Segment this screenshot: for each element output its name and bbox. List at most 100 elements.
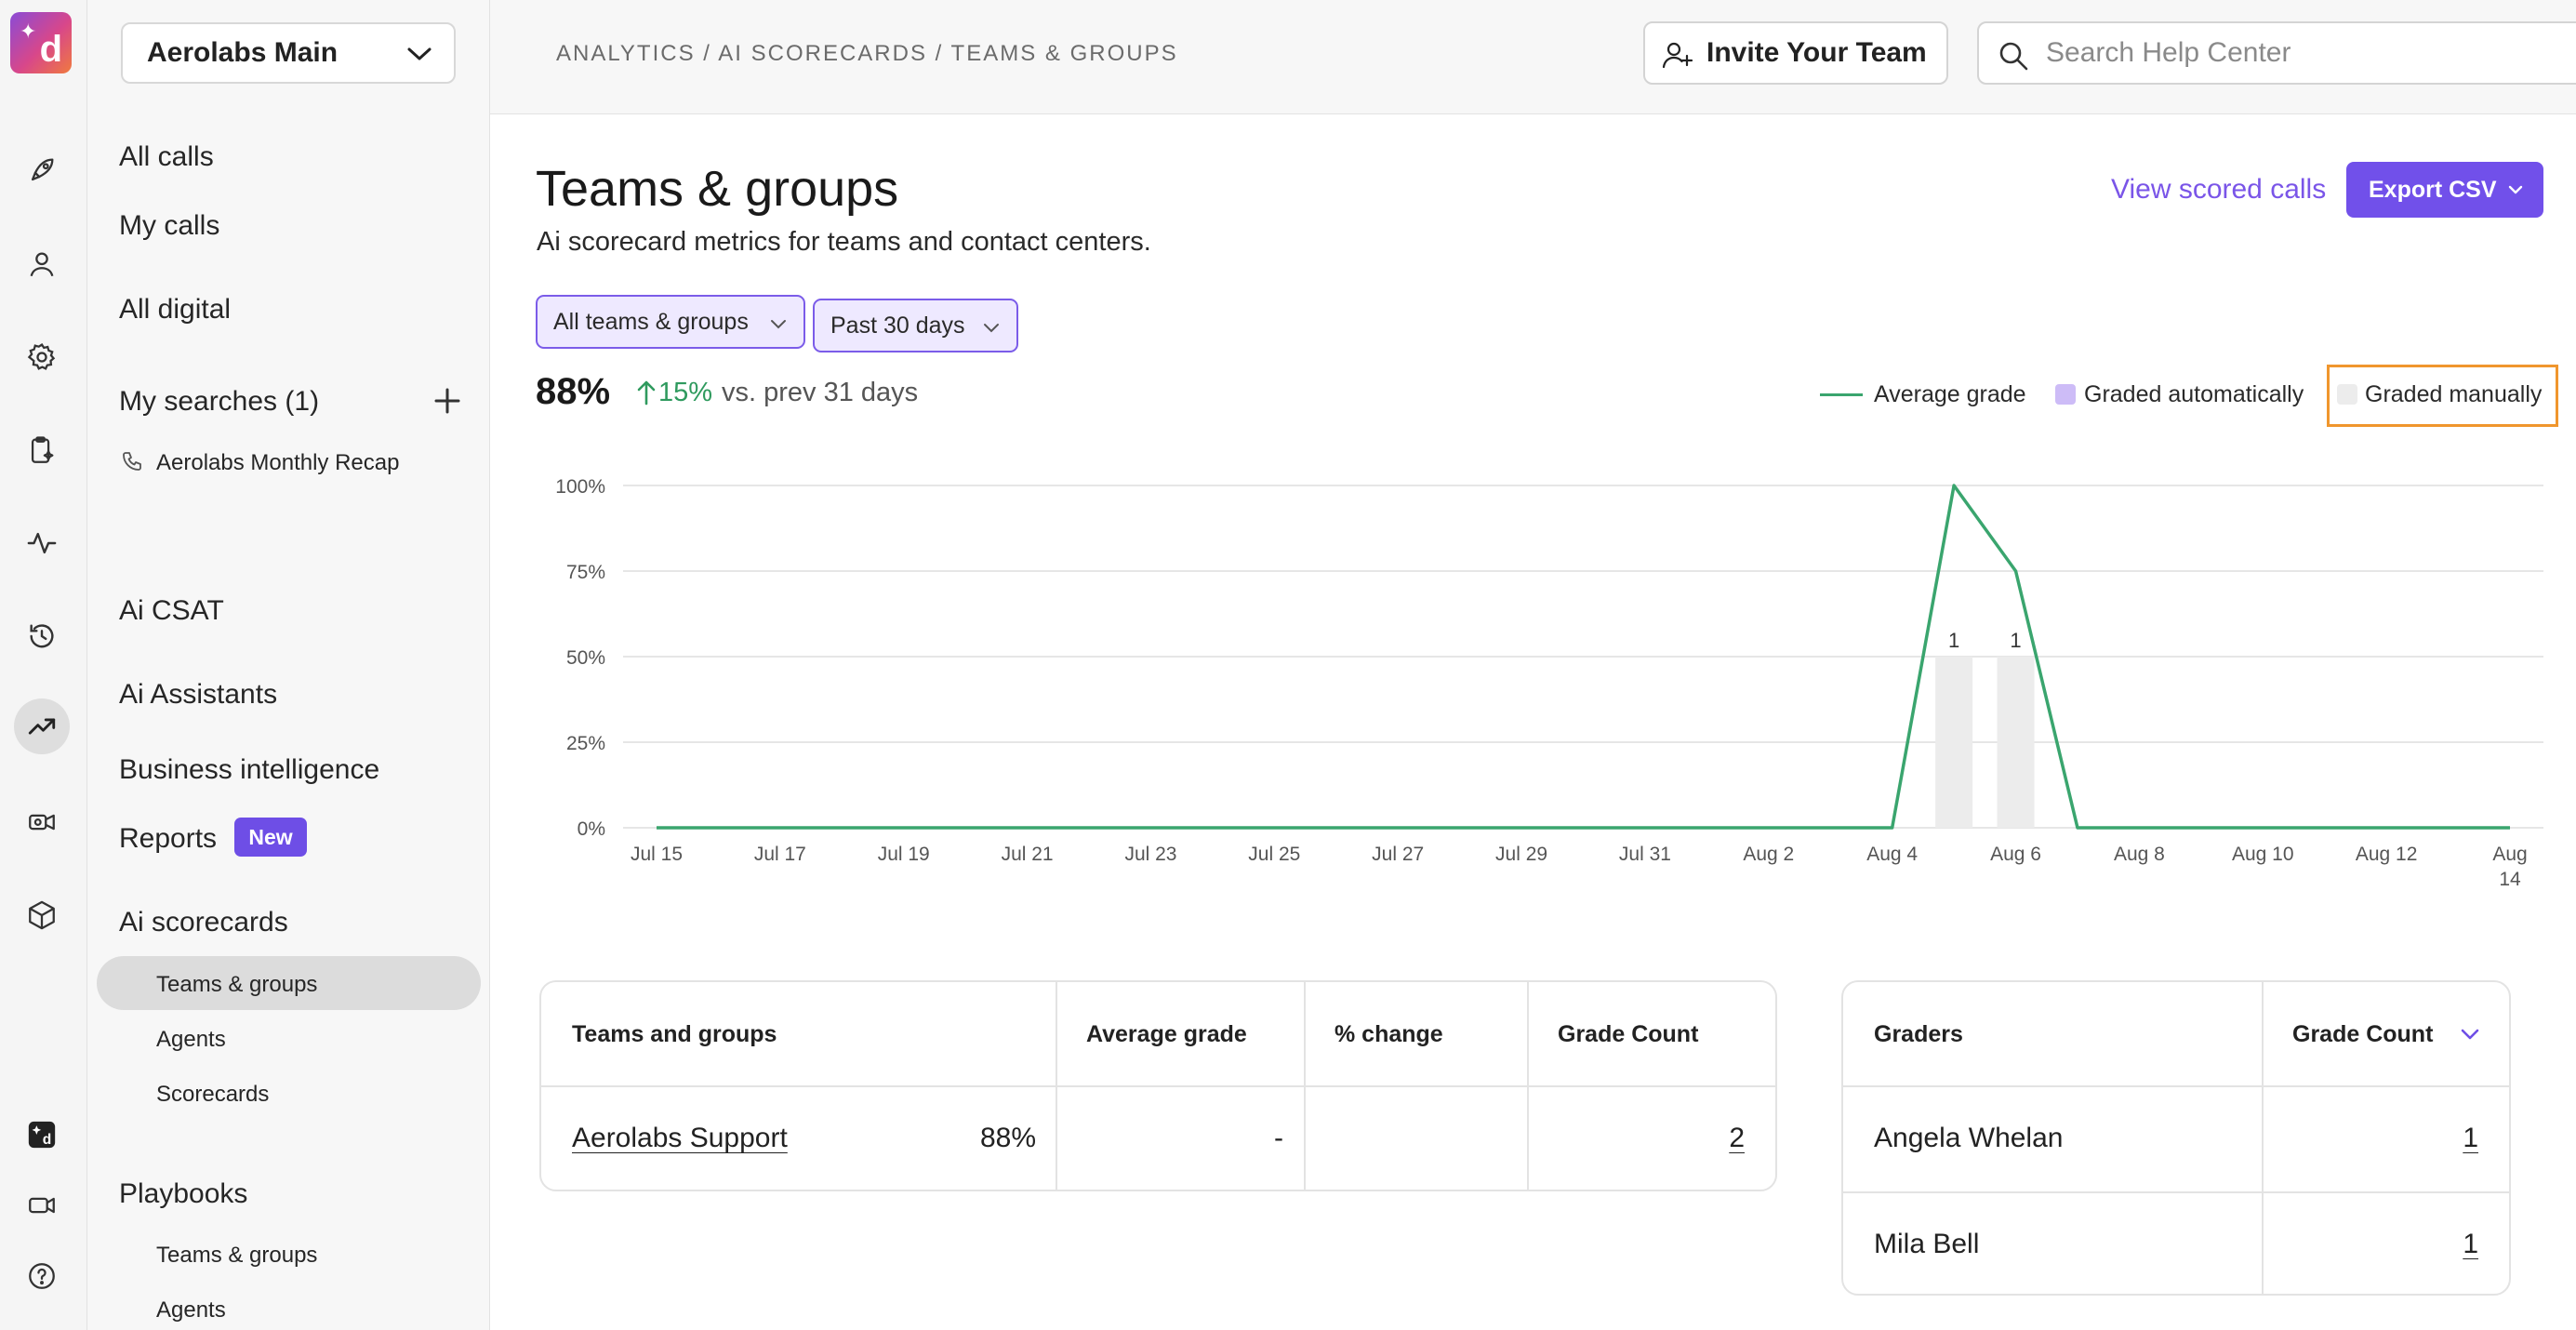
legend-highlight-box	[2327, 365, 2558, 427]
x-tick-label: Aug 2	[1743, 844, 1794, 865]
x-tick-label: Jul 17	[754, 844, 806, 865]
y-tick-label: 0%	[578, 818, 605, 840]
search-icon	[1999, 42, 2028, 71]
svg-text:d: d	[43, 1132, 52, 1148]
x-tick-label: 14	[2499, 869, 2521, 890]
team-grade-count-link[interactable]: 2	[1729, 1123, 1745, 1154]
sidebar-item-all-digital[interactable]: All digital	[119, 294, 231, 326]
column-header-grade-count[interactable]: Grade Count	[1558, 1021, 1698, 1048]
teams-filter-value: All teams & groups	[553, 308, 749, 335]
cube-icon[interactable]	[14, 887, 70, 943]
team-percent-change: -	[1274, 1123, 1283, 1153]
table-divider	[1843, 1085, 2509, 1087]
sparkle-icon: ✦	[20, 20, 37, 43]
arrow-up-icon	[637, 380, 656, 406]
x-tick-label: Jul 19	[878, 844, 930, 865]
clipboard-sparkle-icon[interactable]	[14, 422, 70, 478]
table-divider	[1304, 982, 1306, 1190]
user-icon[interactable]	[14, 236, 70, 292]
sort-chevron-down-icon[interactable]	[2461, 1029, 2479, 1041]
y-tick-label: 50%	[566, 647, 605, 669]
teams-filter-select[interactable]: All teams & groups	[536, 295, 805, 349]
sidebar-item-business-intelligence[interactable]: Business intelligence	[119, 754, 379, 786]
team-name-link[interactable]: Aerolabs Support	[572, 1123, 788, 1154]
sidebar-subitem-playbooks-agents[interactable]: Agents	[156, 1297, 226, 1323]
assistant-icon[interactable]: d	[14, 1107, 70, 1163]
sidebar-item-ai-scorecards[interactable]: Ai scorecards	[119, 907, 288, 938]
table-divider	[1056, 982, 1057, 1190]
teams-table: Teams and groups Average grade % change …	[539, 980, 1777, 1191]
video-camera-icon[interactable]	[14, 1177, 70, 1233]
x-tick-label: Jul 15	[631, 844, 683, 865]
column-header-average-grade[interactable]: Average grade	[1086, 1021, 1247, 1048]
saved-search-item[interactable]: Aerolabs Monthly Recap	[156, 450, 399, 476]
sidebar-item-playbooks[interactable]: Playbooks	[119, 1178, 247, 1210]
x-tick-label: Aug 6	[1990, 844, 2041, 865]
sidebar: Aerolabs Main All calls My calls All dig…	[87, 0, 490, 1330]
legend-average-grade: Average grade	[1874, 381, 2026, 407]
column-header-change[interactable]: % change	[1334, 1021, 1443, 1048]
trending-up-icon[interactable]	[14, 698, 70, 754]
logo-letter-icon: d	[39, 29, 62, 70]
table-divider	[1527, 982, 1529, 1190]
sidebar-item-my-searches[interactable]: My searches (1)	[119, 386, 319, 418]
x-tick-label: Jul 27	[1372, 844, 1424, 865]
sidebar-subitem-playbooks-teams[interactable]: Teams & groups	[156, 1243, 317, 1269]
table-divider	[2262, 982, 2264, 1294]
help-icon[interactable]	[14, 1248, 70, 1304]
sidebar-item-ai-csat[interactable]: Ai CSAT	[119, 595, 224, 627]
search-input[interactable]: Search Help Center	[1977, 21, 2576, 85]
view-scored-calls-link[interactable]: View scored calls	[2111, 174, 2326, 206]
video-settings-icon[interactable]	[14, 794, 70, 850]
export-csv-button[interactable]: Export CSV	[2346, 162, 2543, 218]
y-tick-label: 100%	[555, 476, 605, 498]
legend-line-swatch	[1820, 393, 1863, 396]
sidebar-subitem-scorecards-agents[interactable]: Agents	[156, 1027, 226, 1053]
new-badge: New	[234, 818, 307, 857]
sidebar-item-reports[interactable]: Reports	[119, 823, 217, 855]
invite-team-label: Invite Your Team	[1706, 37, 1927, 68]
search-placeholder: Search Help Center	[2046, 37, 2291, 68]
x-tick-label: Aug 4	[1866, 844, 1918, 865]
grader-name: Mila Bell	[1874, 1229, 1980, 1259]
grader-count-link[interactable]: 1	[2463, 1229, 2478, 1260]
y-tick-label: 75%	[566, 562, 605, 583]
history-icon[interactable]	[14, 608, 70, 664]
phone-icon	[123, 452, 141, 471]
kpi-change: 15%	[658, 378, 713, 407]
icon-rail: ✦ d d	[0, 0, 87, 1330]
add-user-icon	[1662, 42, 1693, 69]
sidebar-item-all-calls[interactable]: All calls	[119, 141, 214, 173]
workspace-select[interactable]: Aerolabs Main	[121, 22, 456, 84]
legend-graded-automatically: Graded automatically	[2084, 381, 2304, 407]
column-header-grader-count[interactable]: Grade Count	[2292, 1021, 2433, 1048]
sidebar-subitem-scorecards[interactable]: Scorecards	[156, 1082, 269, 1108]
add-search-icon[interactable]	[433, 387, 461, 415]
x-tick-label: Aug 10	[2232, 844, 2294, 865]
rocket-icon[interactable]	[14, 142, 70, 198]
chevron-down-icon	[407, 47, 432, 60]
x-tick-label: Jul 25	[1248, 844, 1300, 865]
period-filter-select[interactable]: Past 30 days	[813, 299, 1018, 352]
table-divider	[541, 1085, 1775, 1087]
sidebar-subitem-scorecards-teams[interactable]: Teams & groups	[156, 972, 317, 998]
column-header-teams[interactable]: Teams and groups	[572, 1021, 777, 1048]
grader-count-link[interactable]: 1	[2463, 1123, 2478, 1154]
grader-name: Angela Whelan	[1874, 1123, 2064, 1153]
graders-table: Graders Grade Count Angela Whelan 1 Mila…	[1841, 980, 2511, 1296]
table-divider	[1843, 1191, 2509, 1193]
page-subtitle: Ai scorecard metrics for teams and conta…	[537, 227, 1151, 257]
column-header-graders[interactable]: Graders	[1874, 1021, 1963, 1048]
invite-team-button[interactable]: Invite Your Team	[1643, 21, 1948, 85]
kpi-average-grade: 88%	[536, 371, 611, 412]
bar-data-label: 1	[2010, 629, 2021, 652]
period-filter-value: Past 30 days	[830, 312, 965, 339]
legend-auto-swatch	[2055, 384, 2076, 405]
kpi-comparison: vs. prev 31 days	[722, 378, 919, 407]
gear-icon[interactable]	[14, 329, 70, 385]
sidebar-item-ai-assistants[interactable]: Ai Assistants	[119, 679, 277, 711]
activity-icon[interactable]	[14, 515, 70, 571]
sidebar-item-my-calls[interactable]: My calls	[119, 210, 219, 242]
app-logo[interactable]: ✦ d	[10, 12, 72, 73]
bar-mark	[1997, 657, 2035, 828]
